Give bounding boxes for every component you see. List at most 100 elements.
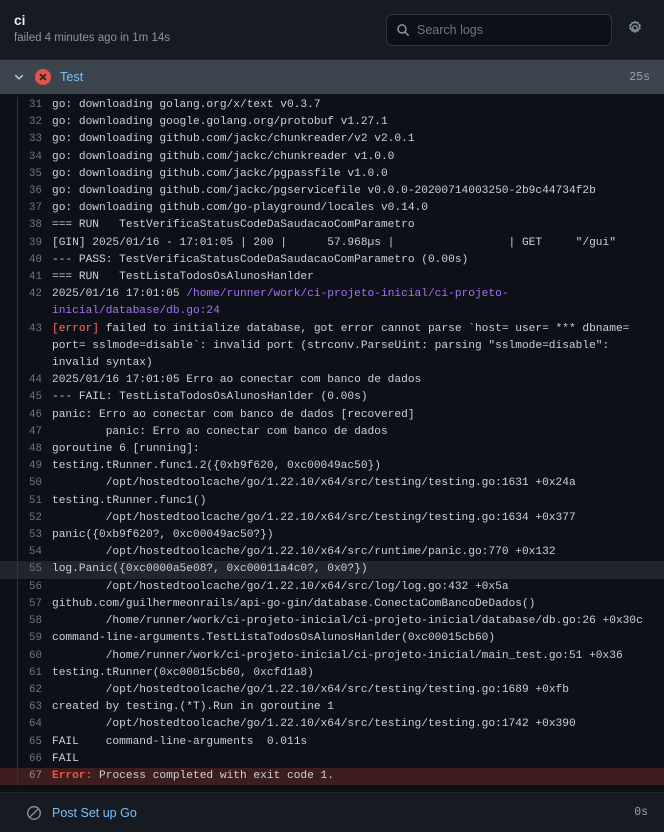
log-line-content: /opt/hostedtoolcache/go/1.22.10/x64/src/… (52, 682, 664, 699)
log-line-content: go: downloading google.golang.org/protob… (52, 114, 664, 131)
log-line[interactable]: 36 go: downloading github.com/jackc/pgser… (0, 183, 664, 201)
log-segment: command-line-arguments.TestListaTodosOsA… (52, 632, 496, 645)
log-line[interactable]: 44 2025/01/16 17:01:05 Erro ao conectar c… (0, 372, 664, 390)
search-logs-box[interactable] (386, 13, 612, 46)
log-segment: === RUN TestVerificaStatusCodeDaSaudacao… (52, 219, 415, 232)
log-line-number: 65 (29, 735, 42, 748)
settings-button[interactable] (622, 17, 648, 43)
log-segment-redb: Error: (52, 769, 93, 782)
log-line[interactable]: 40 --- PASS: TestVerificaStatusCodeDaSaud… (0, 251, 664, 270)
log-line[interactable]: 57 github.com/guilhermeonrails/api-go-gin… (0, 595, 664, 614)
log-line-number: 55 (29, 563, 42, 576)
log-segment: testing.tRunner.func1() (52, 494, 207, 507)
log-line[interactable]: 48 goroutine 6 [running]: (0, 441, 664, 459)
step-header-test[interactable]: Test 25s (0, 60, 664, 94)
log-line-content: [GIN] 2025/01/16 - 17:01:05 | 200 | 57.9… (52, 235, 664, 252)
log-segment: goroutine 6 [running]: (52, 443, 200, 456)
log-line[interactable]: 50 /opt/hostedtoolcache/go/1.22.10/x64/s… (0, 475, 664, 493)
log-line-content: go: downloading github.com/go-playground… (52, 200, 664, 217)
log-line-number: 58 (29, 615, 42, 628)
log-line[interactable]: 42 2025/01/16 17:01:05 /home/runner/work/… (0, 286, 664, 322)
log-line[interactable]: 63 created by testing.(*T).Run in gorouti… (0, 699, 664, 717)
log-segment: /opt/hostedtoolcache/go/1.22.10/x64/src/… (52, 511, 576, 524)
log-line-content: /opt/hostedtoolcache/go/1.22.10/x64/src/… (52, 716, 664, 733)
log-line-content: go: downloading golang.org/x/text v0.3.7 (52, 97, 664, 114)
log-line-number: 38 (29, 219, 42, 232)
log-line[interactable]: 31 go: downloading golang.org/x/text v0.3… (0, 97, 664, 115)
chevron-down-icon[interactable] (12, 70, 26, 84)
log-line[interactable]: 64 /opt/hostedtoolcache/go/1.22.10/x64/s… (0, 716, 664, 734)
log-line[interactable]: 54 /opt/hostedtoolcache/go/1.22.10/x64/s… (0, 544, 664, 562)
x-circle-icon (35, 69, 51, 85)
log-segment: github.com/guilhermeonrails/api-go-gin/d… (52, 597, 536, 610)
log-line-content: go: downloading github.com/jackc/pgpassf… (52, 166, 664, 183)
log-segment: /opt/hostedtoolcache/go/1.22.10/x64/src/… (52, 477, 576, 490)
log-line-content: go: downloading github.com/jackc/chunkre… (52, 149, 664, 166)
job-summary: ci failed 4 minutes ago in 1m 14s (14, 13, 170, 46)
log-line-content: 2025/01/16 17:01:05 Erro ao conectar com… (52, 372, 664, 389)
log-line[interactable]: 56 /opt/hostedtoolcache/go/1.22.10/x64/s… (0, 578, 664, 597)
log-line-number: 53 (29, 529, 42, 542)
log-line[interactable]: 43 [error] failed to initialize database,… (0, 320, 664, 373)
ci-log-viewer: ci failed 4 minutes ago in 1m 14s Search… (0, 0, 664, 832)
log-line[interactable]: 34 go: downloading github.com/jackc/chunk… (0, 148, 664, 167)
log-line-content: /opt/hostedtoolcache/go/1.22.10/x64/src/… (52, 510, 664, 527)
log-line[interactable]: 39 [GIN] 2025/01/16 - 17:01:05 | 200 | 57… (0, 234, 664, 253)
log-line[interactable]: 65 FAIL command-line-arguments 0.011s (0, 733, 664, 751)
log-line-number: 59 (29, 632, 42, 645)
log-line-content: --- FAIL: TestListaTodosOsAlunosHanlder … (52, 389, 664, 406)
log-line[interactable]: 45 --- FAIL: TestListaTodosOsAlunosHanlde… (0, 389, 664, 407)
log-line-number: 35 (29, 167, 42, 180)
log-segment: failed to initialize database, got error… (52, 322, 637, 370)
log-line-number: 36 (29, 185, 42, 198)
log-line-content: testing.tRunner(0xc00015cb60, 0xcfd1a8) (52, 665, 664, 682)
log-line-content: panic({0xb9f620?, 0xc00049ac50?}) (52, 527, 664, 544)
log-line-content: /opt/hostedtoolcache/go/1.22.10/x64/src/… (52, 544, 664, 561)
log-line[interactable]: 41 === RUN TestListaTodosOsAlunosHanlder (0, 269, 664, 287)
log-line[interactable]: 53 panic({0xb9f620?, 0xc00049ac50?}) (0, 527, 664, 545)
log-line-number: 50 (29, 477, 42, 490)
log-line-content: github.com/guilhermeonrails/api-go-gin/d… (52, 596, 664, 613)
log-line-content: created by testing.(*T).Run in goroutine… (52, 699, 664, 716)
log-line[interactable]: 52 /opt/hostedtoolcache/go/1.22.10/x64/s… (0, 509, 664, 528)
log-line[interactable]: 32 go: downloading google.golang.org/prot… (0, 114, 664, 132)
log-line-content: /opt/hostedtoolcache/go/1.22.10/x64/src/… (52, 475, 664, 492)
log-line[interactable]: 35 go: downloading github.com/jackc/pgpas… (0, 165, 664, 184)
log-segment: testing.tRunner.func1.2({0xb9f620, 0xc00… (52, 460, 381, 473)
log-line-number: 64 (29, 718, 42, 731)
log-line[interactable]: 61 testing.tRunner(0xc00015cb60, 0xcfd1a8… (0, 664, 664, 683)
log-line-content: FAIL (52, 751, 664, 768)
log-line-number: 62 (29, 683, 42, 696)
log-line[interactable]: 67 Error: Process completed with exit cod… (0, 767, 664, 786)
log-line[interactable]: 58 /home/runner/work/ci-projeto-inicial/… (0, 613, 664, 631)
header-actions (386, 13, 648, 46)
search-input[interactable] (417, 22, 602, 37)
log-line[interactable]: 60 /home/runner/work/ci-projeto-inicial/… (0, 647, 664, 665)
log-line[interactable]: 51 testing.tRunner.func1() (0, 492, 664, 511)
log-line[interactable]: 47 panic: Erro ao conectar com banco de … (0, 423, 664, 442)
log-line[interactable]: 62 /opt/hostedtoolcache/go/1.22.10/x64/s… (0, 681, 664, 700)
log-line-number: 54 (29, 546, 42, 559)
log-line-content: /home/runner/work/ci-projeto-inicial/ci-… (52, 648, 664, 665)
log-line[interactable]: 33 go: downloading github.com/jackc/chunk… (0, 131, 664, 149)
step-header-post-set-up-go[interactable]: Post Set up Go 0s (0, 792, 664, 832)
log-line-number: 42 (29, 288, 42, 301)
log-segment: FAIL command-line-arguments 0.011s (52, 735, 308, 748)
page-title: ci (14, 13, 26, 28)
footer-step-name: Post Set up Go (52, 805, 137, 820)
log-line[interactable]: 59 command-line-arguments.TestListaTodosO… (0, 630, 664, 648)
log-line-content: log.Panic({0xc0000a5e08?, 0xc00011a4c0?,… (52, 561, 664, 578)
log-line-content: go: downloading github.com/jackc/chunkre… (52, 131, 664, 148)
log-line[interactable]: 49 testing.tRunner.func1.2({0xb9f620, 0xc… (0, 458, 664, 476)
log-line[interactable]: 46 panic: Erro ao conectar com banco de d… (0, 406, 664, 425)
log-line[interactable]: 37 go: downloading github.com/go-playgrou… (0, 200, 664, 218)
log-line-content: /opt/hostedtoolcache/go/1.22.10/x64/src/… (52, 579, 664, 596)
log-segment: /opt/hostedtoolcache/go/1.22.10/x64/src/… (52, 718, 576, 731)
log-line-number: 67 (29, 769, 42, 782)
log-segment: Process completed with exit code 1. (92, 769, 334, 782)
log-line[interactable]: 38 === RUN TestVerificaStatusCodeDaSaudac… (0, 217, 664, 235)
log-output[interactable]: 31 go: downloading golang.org/x/text v0.3… (0, 94, 664, 792)
log-line[interactable]: 55 log.Panic({0xc0000a5e08?, 0xc00011a4c0… (0, 561, 664, 579)
log-segment: [GIN] 2025/01/16 - 17:01:05 | 200 | 57.9… (52, 236, 616, 249)
log-line[interactable]: 66 FAIL (0, 750, 664, 769)
